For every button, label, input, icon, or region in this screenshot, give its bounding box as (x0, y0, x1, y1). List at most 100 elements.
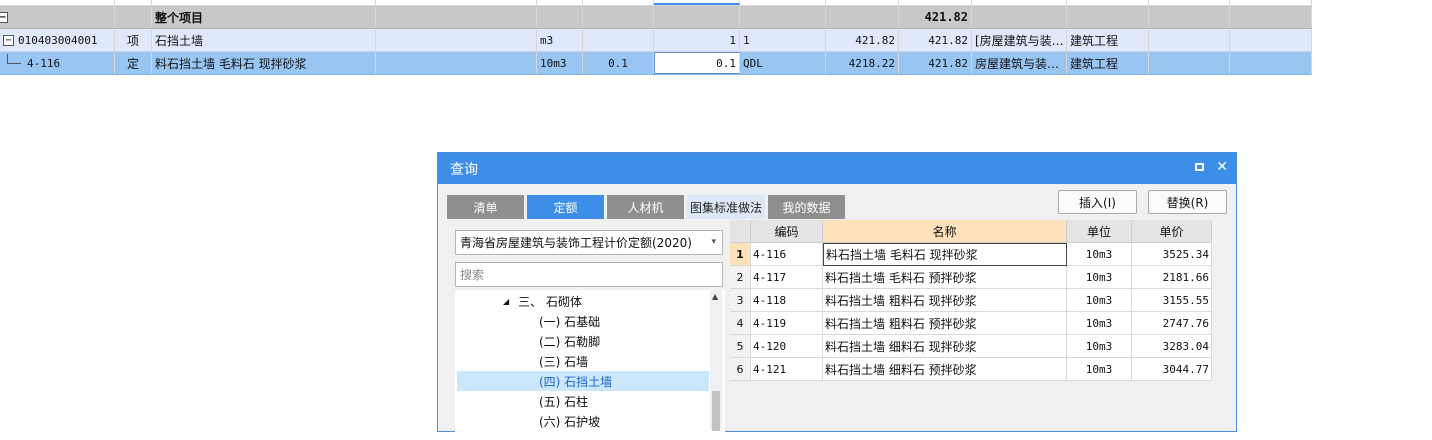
tab-atlas-standard[interactable]: 图集标准做法 (687, 195, 765, 219)
dialog-tabs: 清单 定额 人材机 图集标准做法 我的数据 (447, 195, 845, 219)
search-input[interactable] (455, 262, 723, 287)
tree-node-label: (三) 石墙 (539, 354, 589, 369)
row-name: 料石挡土墙 粗料石 预拌砂浆 (823, 312, 1067, 335)
table-row[interactable]: 4 4-119 料石挡土墙 粗料石 预拌砂浆 10m3 2747.76 (730, 312, 1212, 335)
row-code: 4-120 (751, 335, 823, 358)
grid-row-quota[interactable]: 4-116 定 料石挡土墙 毛料石 现拌砂浆 10m3 0.1 0.1 QDL … (0, 52, 1312, 75)
tree-node-label: (五) 石柱 (539, 394, 589, 409)
total-label: 整个项目 (152, 6, 376, 28)
quota-spec: 房屋建筑与装… (972, 52, 1067, 74)
item-qty-expr[interactable]: 1 (740, 29, 826, 51)
tab-my-data[interactable]: 我的数据 (768, 195, 845, 219)
item-unit: m3 (537, 29, 583, 51)
row-name: 料石挡土墙 粗料石 现拌砂浆 (823, 289, 1067, 312)
row-index: 3 (730, 289, 751, 312)
table-row[interactable]: 6 4-121 料石挡土墙 细料石 预拌砂浆 10m3 3044.77 (730, 358, 1212, 381)
tree-node-label: (四) 石挡土墙 (539, 374, 613, 389)
row-index: 6 (730, 358, 751, 381)
item-category: 建筑工程 (1067, 29, 1149, 51)
row-unit: 10m3 (1067, 243, 1132, 266)
tree-node-stone-masonry[interactable]: ◢ 三、 石砌体 (503, 291, 582, 311)
tree-node-stone-wall[interactable]: (三) 石墙 (539, 351, 588, 371)
tree-node-stone-column[interactable]: (五) 石柱 (539, 391, 588, 411)
collapse-icon[interactable]: − (3, 34, 14, 46)
row-code: 4-117 (751, 266, 823, 289)
replace-button[interactable]: 替换(R) (1148, 190, 1227, 214)
insert-button[interactable]: 插入(I) (1058, 190, 1137, 214)
quota-qty-input[interactable]: 0.1 (654, 52, 740, 74)
row-code: 4-118 (751, 289, 823, 312)
dialog-title: 查询 (450, 161, 478, 178)
tree-node-label: (二) 石勒脚 (539, 334, 601, 349)
quota-library-select[interactable]: 青海省房屋建筑与装饰工程计价定额(2020) ▾ (455, 230, 723, 255)
grid-row-item[interactable]: −010403004001 项 石挡土墙 m3 1 1 421.82 421.8… (0, 29, 1312, 52)
tree-node-stone-retaining-wall[interactable]: (四) 石挡土墙 (457, 371, 709, 391)
item-type: 项 (115, 29, 152, 51)
header-code[interactable]: 编码 (751, 220, 823, 243)
collapse-icon[interactable]: − (0, 11, 8, 23)
row-price: 3283.04 (1132, 335, 1212, 358)
header-name[interactable]: 名称 (823, 220, 1067, 243)
tree-node-label: (一) 石基础 (539, 314, 601, 329)
tab-bill[interactable]: 清单 (447, 195, 524, 219)
dialog-titlebar[interactable]: 查询 ✕ (438, 153, 1236, 184)
maximize-icon[interactable] (1195, 159, 1205, 175)
quota-qty-expr[interactable]: QDL (740, 52, 826, 74)
quota-table: 编码 名称 单位 单价 1 4-116 料石挡土墙 毛料石 现拌砂浆 10m3 … (730, 220, 1212, 381)
tree-node-label: (六) 石护坡 (539, 414, 601, 429)
tree-node-stone-plinth[interactable]: (二) 石勒脚 (539, 331, 600, 351)
header-index (730, 220, 751, 243)
header-unit[interactable]: 单位 (1067, 220, 1132, 243)
tree-node-stone-slope[interactable]: (六) 石护坡 (539, 411, 600, 431)
quota-name: 料石挡土墙 毛料石 现拌砂浆 (152, 52, 376, 74)
tree-scrollbar[interactable]: ▲ (710, 290, 722, 431)
item-spec: [房屋建筑与装… (972, 29, 1067, 51)
row-price: 2747.76 (1132, 312, 1212, 335)
dropdown-arrow-icon[interactable]: ▾ (711, 237, 716, 247)
row-unit: 10m3 (1067, 358, 1132, 381)
tree-connector (7, 54, 21, 64)
tree-collapse-icon[interactable]: ◢ (503, 297, 509, 306)
row-index: 1 (730, 243, 751, 266)
tree-node-stone-foundation[interactable]: (一) 石基础 (539, 311, 600, 331)
row-price: 3044.77 (1132, 358, 1212, 381)
row-code: 4-119 (751, 312, 823, 335)
tab-quota[interactable]: 定额 (527, 195, 604, 219)
quota-code: 4-116 (27, 56, 61, 70)
row-code: 4-116 (751, 243, 823, 266)
row-name: 料石挡土墙 细料石 现拌砂浆 (823, 335, 1067, 358)
item-code: 010403004001 (18, 33, 98, 47)
grid-row-total[interactable]: − 整个项目 421.82 (0, 6, 1312, 29)
item-qty[interactable]: 1 (654, 29, 740, 51)
quota-library-value: 青海省房屋建筑与装饰工程计价定额(2020) (460, 236, 692, 250)
row-unit: 10m3 (1067, 289, 1132, 312)
query-dialog: 查询 ✕ 清单 定额 人材机 图集标准做法 我的数据 插入(I) 替换(R) 青… (437, 152, 1237, 440)
scroll-up-icon[interactable]: ▲ (712, 292, 718, 301)
table-row[interactable]: 5 4-120 料石挡土墙 细料石 现拌砂浆 10m3 3283.04 (730, 335, 1212, 358)
row-price: 3525.34 (1132, 243, 1212, 266)
row-index: 4 (730, 312, 751, 335)
total-value: 421.82 (899, 6, 972, 28)
row-code: 4-121 (751, 358, 823, 381)
scrollbar-thumb[interactable] (712, 391, 720, 431)
quota-coef: 0.1 (583, 52, 654, 74)
table-row[interactable]: 2 4-117 料石挡土墙 毛料石 预拌砂浆 10m3 2181.66 (730, 266, 1212, 289)
row-unit: 10m3 (1067, 266, 1132, 289)
chapter-tree: ◢ 三、 石砌体 (一) 石基础 (二) 石勒脚 (三) 石墙 (四) 石挡土墙… (455, 290, 725, 440)
table-row[interactable]: 1 4-116 料石挡土墙 毛料石 现拌砂浆 10m3 3525.34 (730, 243, 1212, 266)
close-icon[interactable]: ✕ (1216, 159, 1228, 175)
quota-price: 4218.22 (826, 52, 899, 74)
item-name: 石挡土墙 (152, 29, 376, 51)
quota-unit: 10m3 (537, 52, 583, 74)
row-index: 5 (730, 335, 751, 358)
row-index: 2 (730, 266, 751, 289)
row-name: 料石挡土墙 细料石 预拌砂浆 (823, 358, 1067, 381)
tab-labor-material-machine[interactable]: 人材机 (607, 195, 684, 219)
tree-node-label: 三、 石砌体 (518, 294, 582, 309)
header-price[interactable]: 单价 (1132, 220, 1212, 243)
row-unit: 10m3 (1067, 335, 1132, 358)
quota-category: 建筑工程 (1067, 52, 1149, 74)
table-row[interactable]: 3 4-118 料石挡土墙 粗料石 现拌砂浆 10m3 3155.55 (730, 289, 1212, 312)
item-price: 421.82 (826, 29, 899, 51)
quota-type: 定 (115, 52, 152, 74)
